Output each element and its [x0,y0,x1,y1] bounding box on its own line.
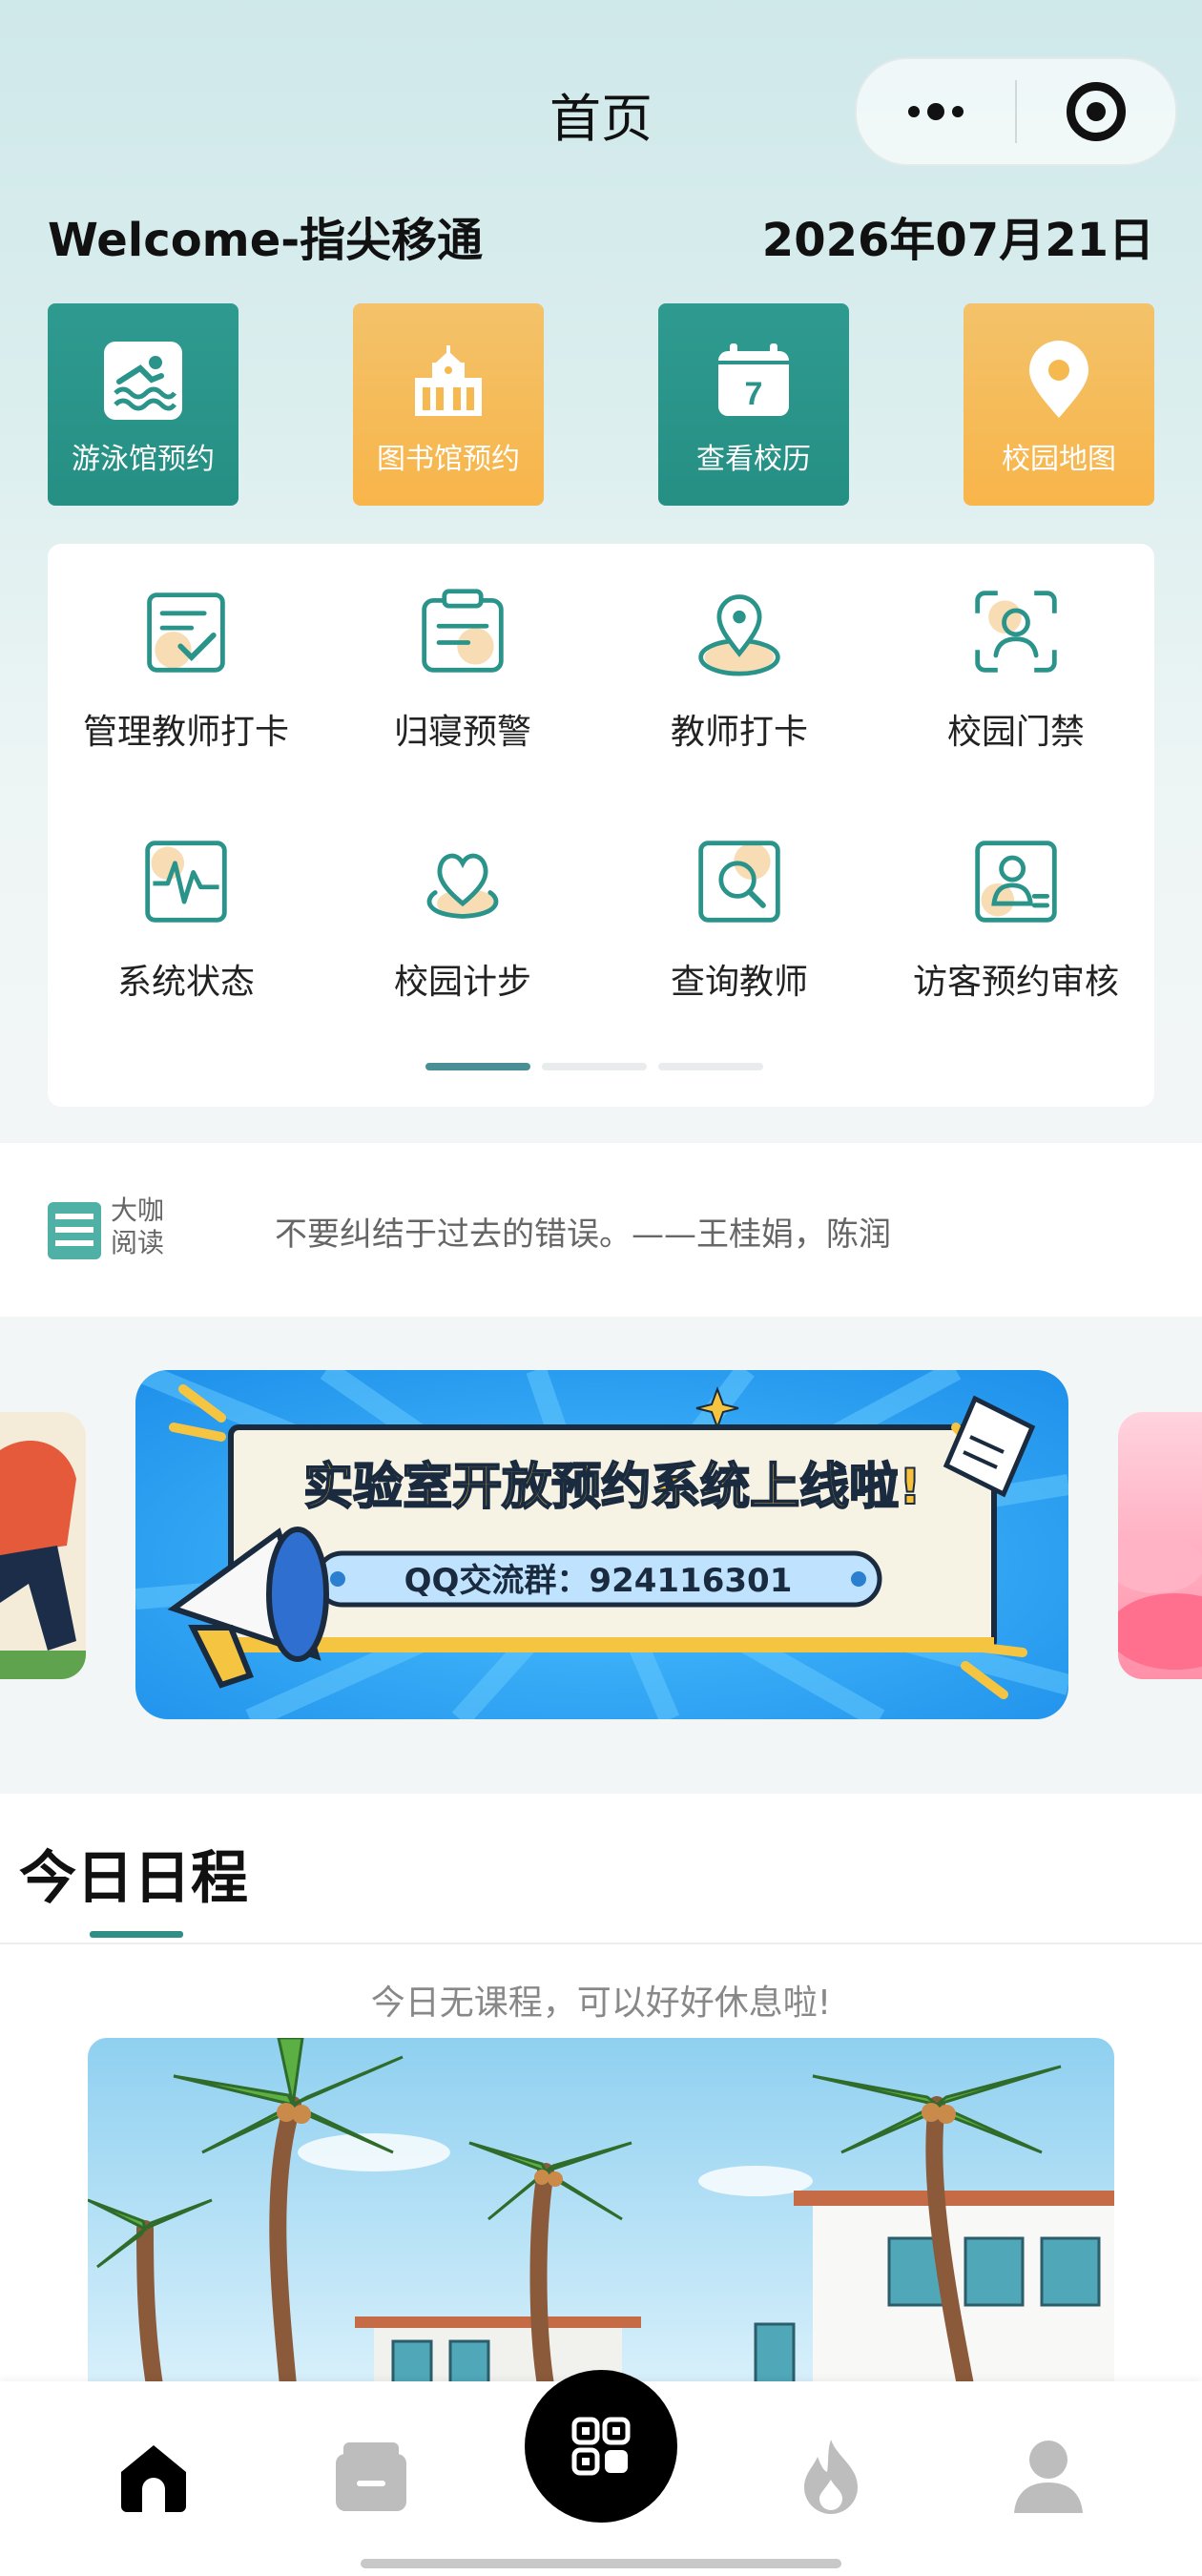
schedule-empty-illustration [88,2038,1114,2385]
tile-campus-map[interactable]: 校园地图 [964,303,1154,506]
banner-prev-illustration [0,1412,86,1679]
pager-dot[interactable] [658,1063,763,1070]
target-circle-icon[interactable] [1017,59,1175,164]
heart-pin-icon [426,853,499,919]
schedule-title-underline [90,1931,183,1938]
tile-swimming-booking[interactable]: 游泳馆预约 [48,303,238,506]
calendar-icon: 7 [718,343,789,416]
grid-item-teacher-checkin-admin[interactable]: 管理教师打卡 [48,544,324,754]
home-indicator [361,2559,841,2568]
schedule-title: 今日日程 [19,1845,248,1912]
grid-item-label: 校园计步 [393,963,531,1002]
pulse-monitor-icon [145,841,227,923]
library-building-icon [415,345,482,416]
user-icon [1014,2441,1083,2513]
tab-wallet[interactable] [319,2423,424,2528]
tile-label: 校园地图 [1002,443,1116,476]
home-icon [121,2445,186,2512]
grid-item-label: 管理教师打卡 [82,713,289,752]
book-icon [48,1202,101,1259]
grid-item-search-teacher[interactable]: 查询教师 [601,794,878,1004]
grid-item-label: 系统状态 [116,963,255,1002]
quote-logo-text: 大咖 阅读 [111,1195,164,1259]
quote-text: 不要纠结于过去的错误。——王桂娟，陈润 [275,1215,891,1254]
grid-item-label: 归寝预警 [393,713,531,752]
grid-item-label: 访客预约审核 [912,963,1119,1002]
banner-lab-booking[interactable]: 实验室开放预约系统上线啦! QQ交流群：924116301 [135,1370,1068,1719]
banner-qq-group: QQ交流群：924116301 [404,1562,793,1600]
banner-headline: 实验室开放预约系统上线啦! [303,1459,922,1516]
banner-next-illustration [1118,1412,1202,1679]
face-scan-icon [975,591,1057,673]
pager-dot[interactable] [542,1063,647,1070]
grid-item-visitor-review[interactable]: 访客预约审核 [878,794,1154,1004]
fire-icon [804,2440,858,2514]
tile-label: 图书馆预约 [377,443,520,476]
id-card-icon [975,841,1057,923]
tab-profile[interactable] [996,2423,1101,2528]
pager-dot-active[interactable] [425,1063,530,1070]
grid-item-dorm-warning[interactable]: 归寝预警 [324,544,601,754]
grid-item-campus-gate[interactable]: 校园门禁 [878,544,1154,754]
tab-hot[interactable] [778,2423,883,2528]
more-dots-icon[interactable] [857,59,1015,164]
grid-item-label: 教师打卡 [670,713,808,752]
schedule-divider [0,1942,1202,1944]
banner-prev-slide[interactable] [0,1412,86,1679]
banner-illustration: 实验室开放预约系统上线啦! QQ交流群：924116301 [135,1370,1068,1719]
mini-program-capsule [855,57,1177,166]
tile-library-booking[interactable]: 图书馆预约 [353,303,544,506]
function-grid-card: 管理教师打卡 归寝预警 教师打卡 校园门禁 系统状态 校园计步 查询教师 访客预… [48,544,1154,1107]
tile-label: 游泳馆预约 [72,443,215,476]
quote-logo-line2: 阅读 [111,1227,165,1258]
grid-item-campus-steps[interactable]: 校园计步 [324,794,601,1004]
tile-school-calendar[interactable]: 7 查看校历 [658,303,849,506]
welcome-text: Welcome-指尖移通 [48,214,484,267]
swimming-icon [104,342,182,420]
apps-grid-icon [571,2417,631,2476]
tab-home[interactable] [101,2423,206,2528]
checklist-icon [147,592,225,673]
tile-label: 查看校历 [696,443,811,476]
map-pin-icon [1029,341,1088,418]
tab-apps[interactable] [525,2370,677,2523]
schedule-empty-text: 今日无课程，可以好好休息啦! [370,1984,832,2023]
grid-item-label: 查询教师 [670,963,808,1002]
svg-text:7: 7 [745,376,763,412]
search-doc-icon [698,841,780,923]
grid-item-system-status[interactable]: 系统状态 [48,794,324,1004]
wallet-icon [336,2442,406,2511]
banner-next-slide[interactable] [1118,1412,1202,1679]
grid-item-teacher-checkin[interactable]: 教师打卡 [601,544,878,754]
clipboard-icon [422,589,504,673]
location-pin-icon [698,594,780,676]
quote-logo-line1: 大咖 [111,1195,165,1226]
grid-pager [425,1063,763,1070]
current-date: 2026年07月21日 [761,214,1154,267]
grid-item-label: 校园门禁 [946,713,1085,752]
